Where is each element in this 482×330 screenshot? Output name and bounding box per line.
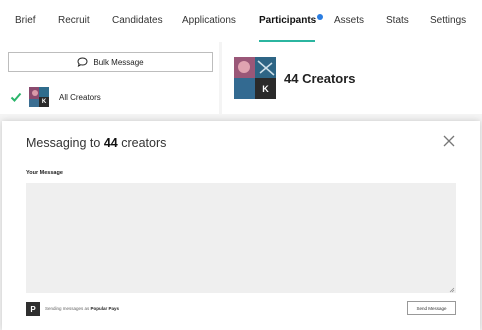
tab-participants[interactable]: Participants (259, 15, 316, 26)
tab-recruit[interactable]: Recruit (58, 15, 90, 26)
sender-prefix: Sending messages as (45, 306, 90, 311)
modal-title-suffix: creators (121, 136, 167, 150)
all-creators-row[interactable]: K All Creators (10, 86, 101, 108)
message-input[interactable] (26, 183, 456, 293)
tab-applications[interactable]: Applications (182, 15, 236, 26)
message-label: Your Message (26, 170, 63, 176)
tab-settings[interactable]: Settings (430, 15, 466, 26)
brand-logo-icon: P (26, 302, 40, 316)
tab-assets[interactable]: Assets (334, 15, 364, 26)
close-icon[interactable] (442, 134, 456, 148)
avatar-initial: K (39, 97, 49, 107)
resize-handle-icon[interactable] (449, 287, 455, 293)
bulk-message-button[interactable]: Bulk Message (8, 52, 213, 72)
send-message-button[interactable]: Send Message (407, 301, 456, 315)
notification-dot (317, 14, 323, 20)
messaging-modal: Messaging to 44 creators Your Message P … (2, 121, 480, 330)
participants-header: K 44 Creators (222, 42, 482, 114)
sender-brand: Popular Pays (90, 306, 120, 311)
all-creators-label: All Creators (59, 92, 101, 102)
creators-count: 44 Creators (284, 71, 356, 86)
tab-candidates[interactable]: Candidates (112, 15, 163, 26)
avatar: K (29, 87, 49, 107)
checkmark-icon[interactable] (10, 91, 22, 103)
chat-bubble-icon (77, 57, 88, 67)
modal-title: Messaging to 44 creators (26, 136, 166, 150)
avatar: K (234, 57, 276, 99)
campaign-tabs: Brief Recruit Candidates Applications Pa… (0, 0, 482, 42)
sender-info: Sending messages as Popular Pays (45, 306, 119, 311)
bulk-message-label: Bulk Message (93, 57, 144, 67)
tab-stats[interactable]: Stats (386, 15, 409, 26)
modal-title-count: 44 (103, 136, 118, 150)
participants-sidebar: Bulk Message K All Creators (0, 42, 219, 114)
tab-brief[interactable]: Brief (15, 15, 36, 26)
modal-title-prefix: Messaging to (26, 136, 101, 150)
avatar-initial: K (255, 78, 276, 99)
